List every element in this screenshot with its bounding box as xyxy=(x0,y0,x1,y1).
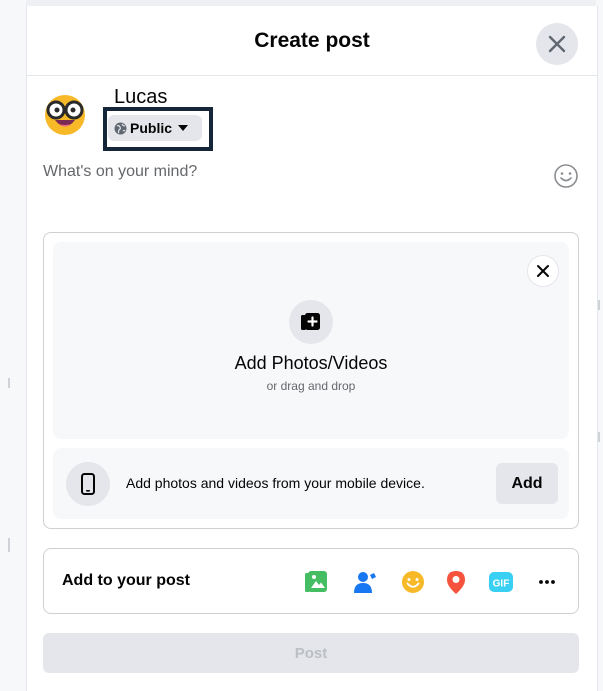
drop-zone-subtitle: or drag and drop xyxy=(266,379,356,393)
mobile-upload-text: Add photos and videos from your mobile d… xyxy=(126,475,425,491)
post-button[interactable]: Post xyxy=(43,633,579,673)
mobile-upload-row: Add photos and videos from your mobile d… xyxy=(53,448,569,519)
background-mark xyxy=(8,378,10,388)
globe-icon xyxy=(114,122,127,134)
remove-media-button[interactable] xyxy=(527,255,559,287)
post-text-input[interactable]: What's on your mind? xyxy=(43,163,197,181)
add-to-your-post-bar: Add to your post GIF xyxy=(43,548,579,614)
add-photo-video-icon xyxy=(301,313,320,330)
close-icon xyxy=(537,265,549,277)
background-mark xyxy=(598,432,600,442)
phone-icon-circle xyxy=(66,462,110,506)
phone-icon xyxy=(81,473,95,495)
create-post-dialog: Create post Lucas Public What's on your … xyxy=(26,6,598,691)
background-mark xyxy=(8,538,10,552)
drop-zone-title: Add Photos/Videos xyxy=(234,353,388,373)
avatar xyxy=(45,95,85,135)
feeling-icon[interactable] xyxy=(400,569,426,595)
background-strip-left xyxy=(0,0,26,691)
check-in-icon[interactable] xyxy=(443,569,469,595)
privacy-selector[interactable]: Public xyxy=(108,115,202,141)
user-name[interactable]: Lucas xyxy=(114,86,167,109)
privacy-label: Public xyxy=(130,120,173,136)
tag-people-icon[interactable] xyxy=(352,569,378,595)
gif-icon[interactable]: GIF xyxy=(488,569,514,595)
more-icon[interactable] xyxy=(534,569,560,595)
photo-video-drop-zone[interactable]: Add Photos/Videos or drag and drop xyxy=(53,242,569,439)
close-button[interactable] xyxy=(536,23,578,65)
add-to-your-post-label: Add to your post xyxy=(62,572,190,589)
dialog-title: Create post xyxy=(254,29,370,52)
background-mark xyxy=(598,300,600,310)
add-media-icon-circle xyxy=(289,300,333,344)
add-from-mobile-button[interactable]: Add xyxy=(496,463,558,504)
dialog-header: Create post xyxy=(27,6,597,76)
emoji-picker-icon[interactable] xyxy=(553,163,579,189)
svg-text:GIF: GIF xyxy=(493,579,510,590)
media-upload-box: Add Photos/Videos or drag and drop Add p… xyxy=(43,232,579,529)
photo-video-icon[interactable] xyxy=(303,569,329,595)
caret-down-icon xyxy=(178,125,189,131)
close-icon xyxy=(548,35,566,53)
